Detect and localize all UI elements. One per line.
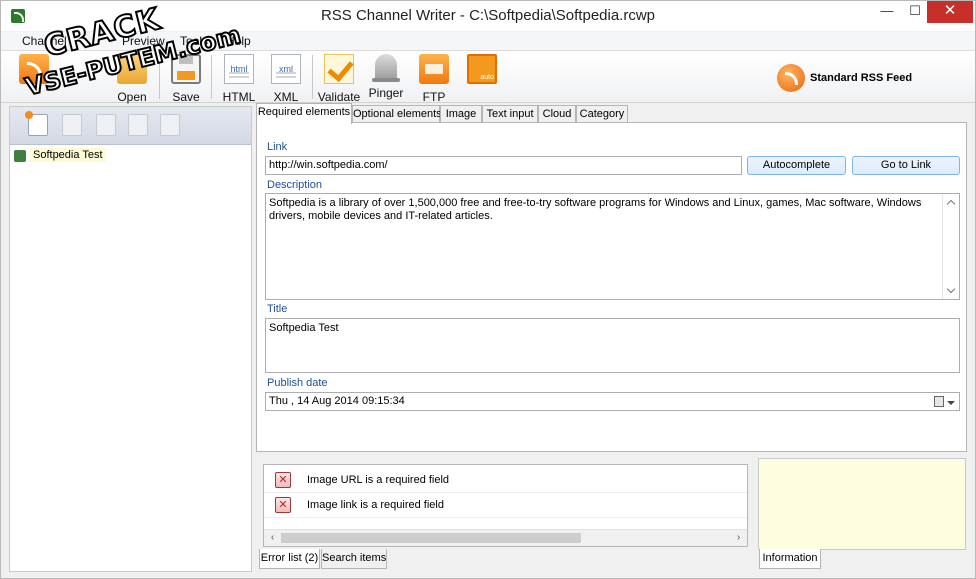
- new-feed-icon: [19, 54, 49, 84]
- tree-toolbar: [10, 107, 251, 145]
- description-label: Description: [267, 179, 323, 191]
- chevron-down-icon: [947, 401, 955, 405]
- rss-channel-icon: [14, 150, 26, 162]
- bell-icon: [372, 54, 400, 82]
- auto-icon: auto: [467, 54, 497, 84]
- scroll-right-icon[interactable]: ›: [730, 530, 747, 546]
- error-list: Image URL is a required field Image link…: [263, 464, 748, 547]
- auto-icon-text: auto: [480, 74, 494, 81]
- xml-icon-text: xml: [279, 64, 293, 74]
- save-label: Save: [172, 90, 200, 104]
- feed-type-label: Standard RSS Feed: [810, 72, 913, 84]
- checkmark-icon: [324, 54, 354, 84]
- description-scrollbar[interactable]: [942, 194, 959, 299]
- xml-label: XML: [273, 90, 299, 104]
- floppy-disk-icon: [171, 54, 201, 84]
- tab-text-input[interactable]: Text input: [482, 105, 538, 123]
- minimize-button[interactable]: —: [873, 1, 901, 23]
- list-item[interactable]: Image link is a required field: [264, 493, 747, 518]
- title-text: Softpedia Test: [269, 322, 339, 334]
- window-title: RSS Channel Writer - C:\Softpedia\Softpe…: [320, 7, 656, 24]
- html-preview-button[interactable]: html HTML: [216, 54, 262, 104]
- menu-help[interactable]: Help: [226, 34, 251, 48]
- html-document-icon: html: [224, 54, 254, 84]
- pinger-button[interactable]: Pinger: [363, 54, 409, 102]
- calendar-icon: [934, 396, 944, 407]
- error-icon: [275, 497, 291, 513]
- xml-document-icon: xml: [271, 54, 301, 84]
- description-text: Softpedia is a library of over 1,500,000…: [269, 197, 922, 222]
- publish-date-picker[interactable]: Thu , 14 Aug 2014 09:15:34: [265, 392, 960, 411]
- title-bar: RSS Channel Writer - C:\Softpedia\Softpe…: [1, 1, 975, 31]
- save-button[interactable]: Save: [163, 54, 209, 104]
- required-elements-panel: Link http://win.softpedia.com/ Autocompl…: [256, 122, 967, 452]
- title-textarea[interactable]: Softpedia Test: [265, 318, 960, 373]
- autocomplete-button[interactable]: Autocomplete: [747, 156, 846, 175]
- error-icon: [275, 472, 291, 488]
- list-item[interactable]: Image URL is a required field: [264, 468, 747, 493]
- tab-error-list[interactable]: Error list (2): [259, 549, 320, 569]
- validate-button[interactable]: Validate: [316, 54, 362, 104]
- tab-information[interactable]: Information: [759, 549, 821, 569]
- tab-optional-elements[interactable]: Optional elements: [352, 105, 442, 123]
- toolbar-separator: [211, 55, 212, 99]
- scroll-left-icon[interactable]: ‹: [264, 530, 281, 546]
- channel-tree-pane: Softpedia Test: [9, 106, 252, 572]
- menu-tools[interactable]: Tools: [180, 34, 208, 48]
- auto-button[interactable]: auto: [459, 54, 505, 102]
- description-textarea[interactable]: Softpedia is a library of over 1,500,000…: [265, 193, 960, 300]
- ftp-upload-icon: [419, 54, 449, 84]
- open-label: Open: [117, 90, 147, 104]
- folder-icon: [117, 54, 147, 84]
- move-up-button[interactable]: [128, 114, 148, 136]
- title-label: Title: [267, 303, 288, 315]
- close-button[interactable]: ✕: [927, 1, 973, 23]
- tab-required-elements[interactable]: Required elements: [256, 103, 352, 124]
- toolbar-separator: [159, 55, 160, 99]
- ftp-button[interactable]: FTP: [411, 54, 457, 104]
- menu-preview[interactable]: Preview: [122, 34, 165, 48]
- xml-preview-button[interactable]: xml XML: [263, 54, 309, 104]
- tree-item-label: Softpedia Test: [30, 148, 106, 162]
- menu-channel[interactable]: Channel: [22, 34, 67, 48]
- move-down-button[interactable]: [160, 114, 180, 136]
- copy-item-button[interactable]: [96, 114, 116, 136]
- new-channel-button[interactable]: [11, 54, 57, 102]
- maximize-button[interactable]: ☐: [901, 1, 929, 23]
- rss-feed-icon: [777, 64, 805, 92]
- link-label: Link: [267, 141, 288, 153]
- publish-date-value: Thu , 14 Aug 2014 09:15:34: [269, 395, 405, 407]
- link-input[interactable]: http://win.softpedia.com/: [265, 156, 742, 175]
- html-label: HTML: [222, 90, 256, 104]
- toolbar-separator: [312, 55, 313, 99]
- error-text: Image link is a required field: [307, 499, 444, 511]
- error-list-scrollbar[interactable]: ‹ ›: [264, 529, 747, 546]
- menu-bar: Channel Preview Tools Help: [1, 32, 975, 51]
- tab-search-items[interactable]: Search items: [321, 549, 387, 569]
- information-panel: [758, 458, 966, 550]
- add-item-button[interactable]: [25, 111, 48, 136]
- tab-cloud[interactable]: Cloud: [538, 105, 576, 123]
- validate-label: Validate: [317, 90, 361, 104]
- html-icon-text: html: [230, 64, 248, 74]
- remove-item-button[interactable]: [62, 114, 82, 136]
- tab-image[interactable]: Image: [440, 105, 482, 123]
- ftp-label: FTP: [422, 90, 446, 104]
- open-button[interactable]: Open: [109, 54, 155, 104]
- pinger-label: Pinger: [368, 86, 404, 100]
- publish-date-label: Publish date: [267, 377, 328, 389]
- error-text: Image URL is a required field: [307, 474, 450, 486]
- tab-category[interactable]: Category: [576, 105, 628, 123]
- go-to-link-button[interactable]: Go to Link: [852, 156, 960, 175]
- scrollbar-thumb[interactable]: [281, 533, 581, 543]
- app-window: RSS Channel Writer - C:\Softpedia\Softpe…: [0, 0, 976, 579]
